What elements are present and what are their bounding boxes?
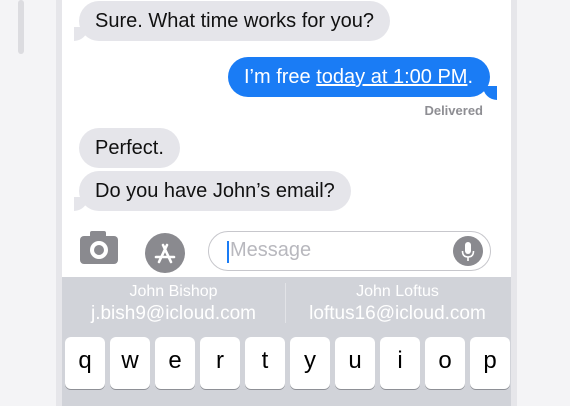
suggestion-name: John Bishop — [129, 283, 218, 300]
date-time-link[interactable]: today at 1:00 PM — [316, 66, 467, 88]
keyboard: John Bishop j.bish9@icloud.com John Loft… — [62, 277, 511, 406]
key-e[interactable]: e — [155, 337, 195, 389]
suggestion-email: loftus16@icloud.com — [309, 303, 486, 324]
key-w[interactable]: w — [110, 337, 150, 389]
key-u[interactable]: u — [335, 337, 375, 389]
message-text: Perfect. — [95, 137, 164, 159]
message-text-suffix: . — [467, 66, 474, 88]
text-cursor — [227, 241, 229, 263]
device-side-button — [18, 0, 24, 54]
key-t[interactable]: t — [245, 337, 285, 389]
device-frame-right — [511, 0, 570, 406]
message-text: Do you have John’s email? — [95, 180, 335, 202]
contact-suggestion[interactable]: John Bishop j.bish9@icloud.com — [62, 277, 285, 329]
device-frame-right-edge — [511, 0, 517, 406]
key-r[interactable]: r — [200, 337, 240, 389]
message-text: Sure. What time works for you? — [95, 10, 374, 32]
key-y[interactable]: y — [290, 337, 330, 389]
app-store-icon — [154, 243, 176, 264]
microphone-icon — [461, 242, 475, 261]
key-i[interactable]: i — [380, 337, 420, 389]
suggestion-name: John Loftus — [356, 283, 439, 300]
delivery-status: Delivered — [424, 103, 483, 118]
device-frame-left — [0, 0, 62, 406]
suggestion-email: j.bish9@icloud.com — [90, 303, 257, 324]
messages-screen: Sure. What time works for you? I’m free … — [62, 0, 511, 406]
incoming-message-bubble[interactable]: Do you have John’s email? — [79, 171, 351, 211]
message-placeholder: Message — [230, 239, 312, 261]
incoming-message-bubble[interactable]: Perfect. — [79, 128, 180, 168]
key-p[interactable]: p — [470, 337, 510, 389]
incoming-message-bubble[interactable]: Sure. What time works for you? — [79, 1, 390, 41]
key-q[interactable]: q — [65, 337, 105, 389]
message-text-prefix: I’m free — [244, 66, 317, 88]
outgoing-message-bubble[interactable]: I’m free today at 1:00 PM. — [228, 57, 490, 97]
key-o[interactable]: o — [425, 337, 465, 389]
contact-suggestion[interactable]: John Loftus loftus16@icloud.com — [286, 277, 509, 329]
camera-icon-lens-inner — [94, 245, 104, 255]
